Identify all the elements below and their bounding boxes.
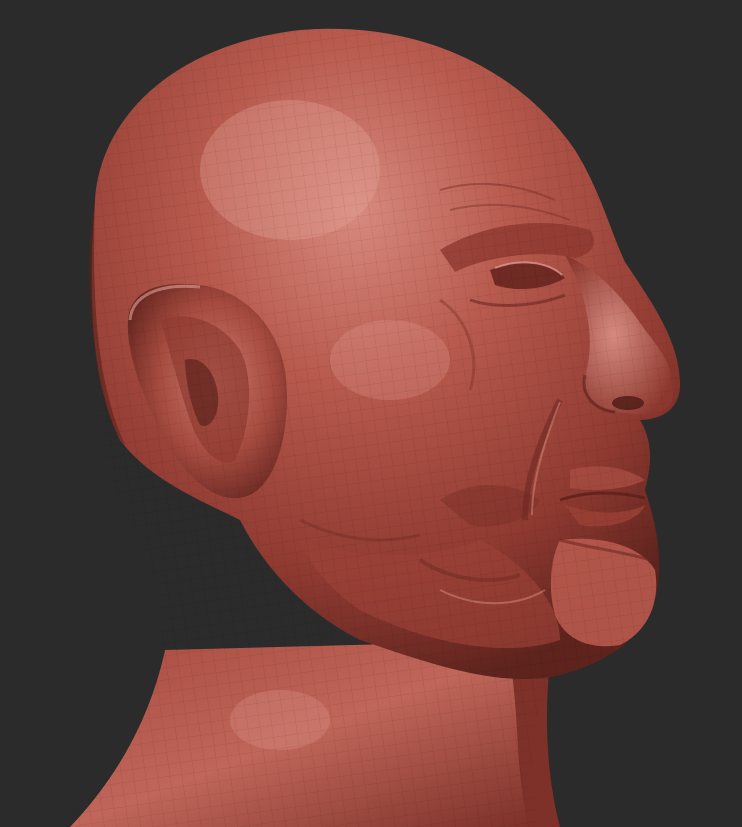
sculpt-canvas[interactable] <box>0 0 742 827</box>
sculpt-viewport[interactable] <box>0 0 742 827</box>
wireframe-overlay <box>60 28 680 827</box>
